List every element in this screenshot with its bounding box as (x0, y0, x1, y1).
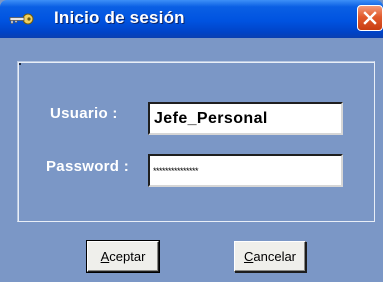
title-bar[interactable]: Inicio de sesión (0, 0, 383, 38)
password-label: Password : (46, 158, 130, 175)
cancel-button[interactable]: Cancelar (234, 241, 306, 272)
accept-button[interactable]: Aceptar (86, 240, 160, 273)
username-input[interactable] (148, 102, 343, 135)
accept-accelerator: A (100, 249, 110, 264)
cancel-label: ancelar (253, 249, 297, 264)
close-icon (363, 11, 377, 25)
password-input[interactable] (148, 154, 343, 187)
key-icon (8, 12, 34, 26)
close-button[interactable] (357, 5, 383, 31)
credentials-group-frame (17, 61, 375, 222)
cancel-accelerator: C (243, 249, 254, 264)
dialog-body: Usuario : Password : Aceptar Cancelar (0, 38, 383, 282)
accept-label: ceptar (109, 249, 146, 264)
username-label: Usuario : (50, 105, 118, 122)
login-dialog: Inicio de sesión Usuario : Password : Ac… (0, 0, 383, 282)
window-title: Inicio de sesión (54, 8, 185, 27)
